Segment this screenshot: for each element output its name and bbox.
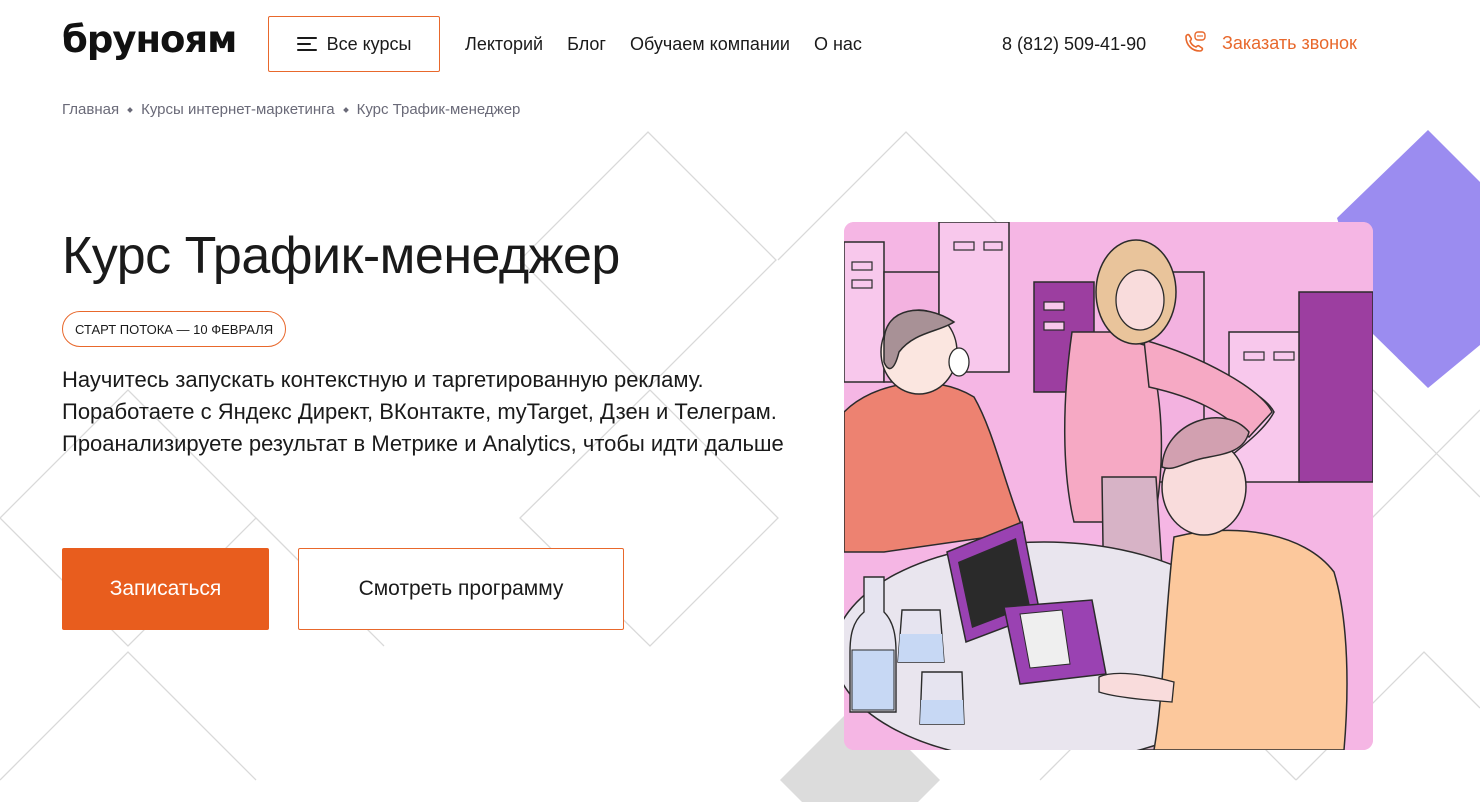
course-description: Научитесь запускать контекстную и таргет… [62, 367, 784, 456]
stream-start-badge: СТАРТ ПОТОКА — 10 ФЕВРАЛЯ [62, 311, 287, 347]
breadcrumb-current: Курс Трафик-менеджер [356, 101, 521, 118]
all-courses-button[interactable]: Все курсы [268, 16, 440, 72]
breadcrumb-separator [342, 106, 349, 113]
phone-chat-icon [1185, 31, 1206, 52]
site-logo[interactable]: бруноям [62, 18, 237, 62]
breadcrumb: Главная Курсы интернет-маркетинга Курс Т… [62, 101, 520, 118]
page-title: Курс Трафик-менеджер [62, 227, 620, 285]
hero-illustration [844, 222, 1373, 750]
nav-item-about[interactable]: О нас [814, 33, 862, 55]
illustration-drawing [844, 222, 1373, 750]
enroll-button[interactable]: Записаться [62, 548, 269, 630]
breadcrumb-separator [127, 106, 133, 113]
main-nav: Лекторий Блог Обучаем компании О нас [465, 33, 862, 55]
phone-number[interactable]: 8 (812) 509-41-90 [1002, 33, 1146, 55]
nav-item-blog[interactable]: Блог [567, 33, 606, 55]
nav-item-corporate[interactable]: Обучаем компании [630, 33, 790, 55]
site-header: бруноям Все курсы Лекторий Блог Обучаем … [0, 0, 1480, 88]
callback-link[interactable]: Заказать звонок [1182, 30, 1357, 56]
breadcrumb-home[interactable]: Главная [62, 101, 119, 118]
view-program-button[interactable]: Смотреть программу [298, 548, 624, 630]
nav-item-lectorium[interactable]: Лекторий [465, 33, 543, 55]
burger-menu-icon [296, 37, 317, 51]
breadcrumb-category[interactable]: Курсы интернет-маркетинга [141, 101, 335, 118]
callback-label: Заказать звонок [1222, 32, 1357, 53]
all-courses-label: Все курсы [326, 33, 412, 54]
